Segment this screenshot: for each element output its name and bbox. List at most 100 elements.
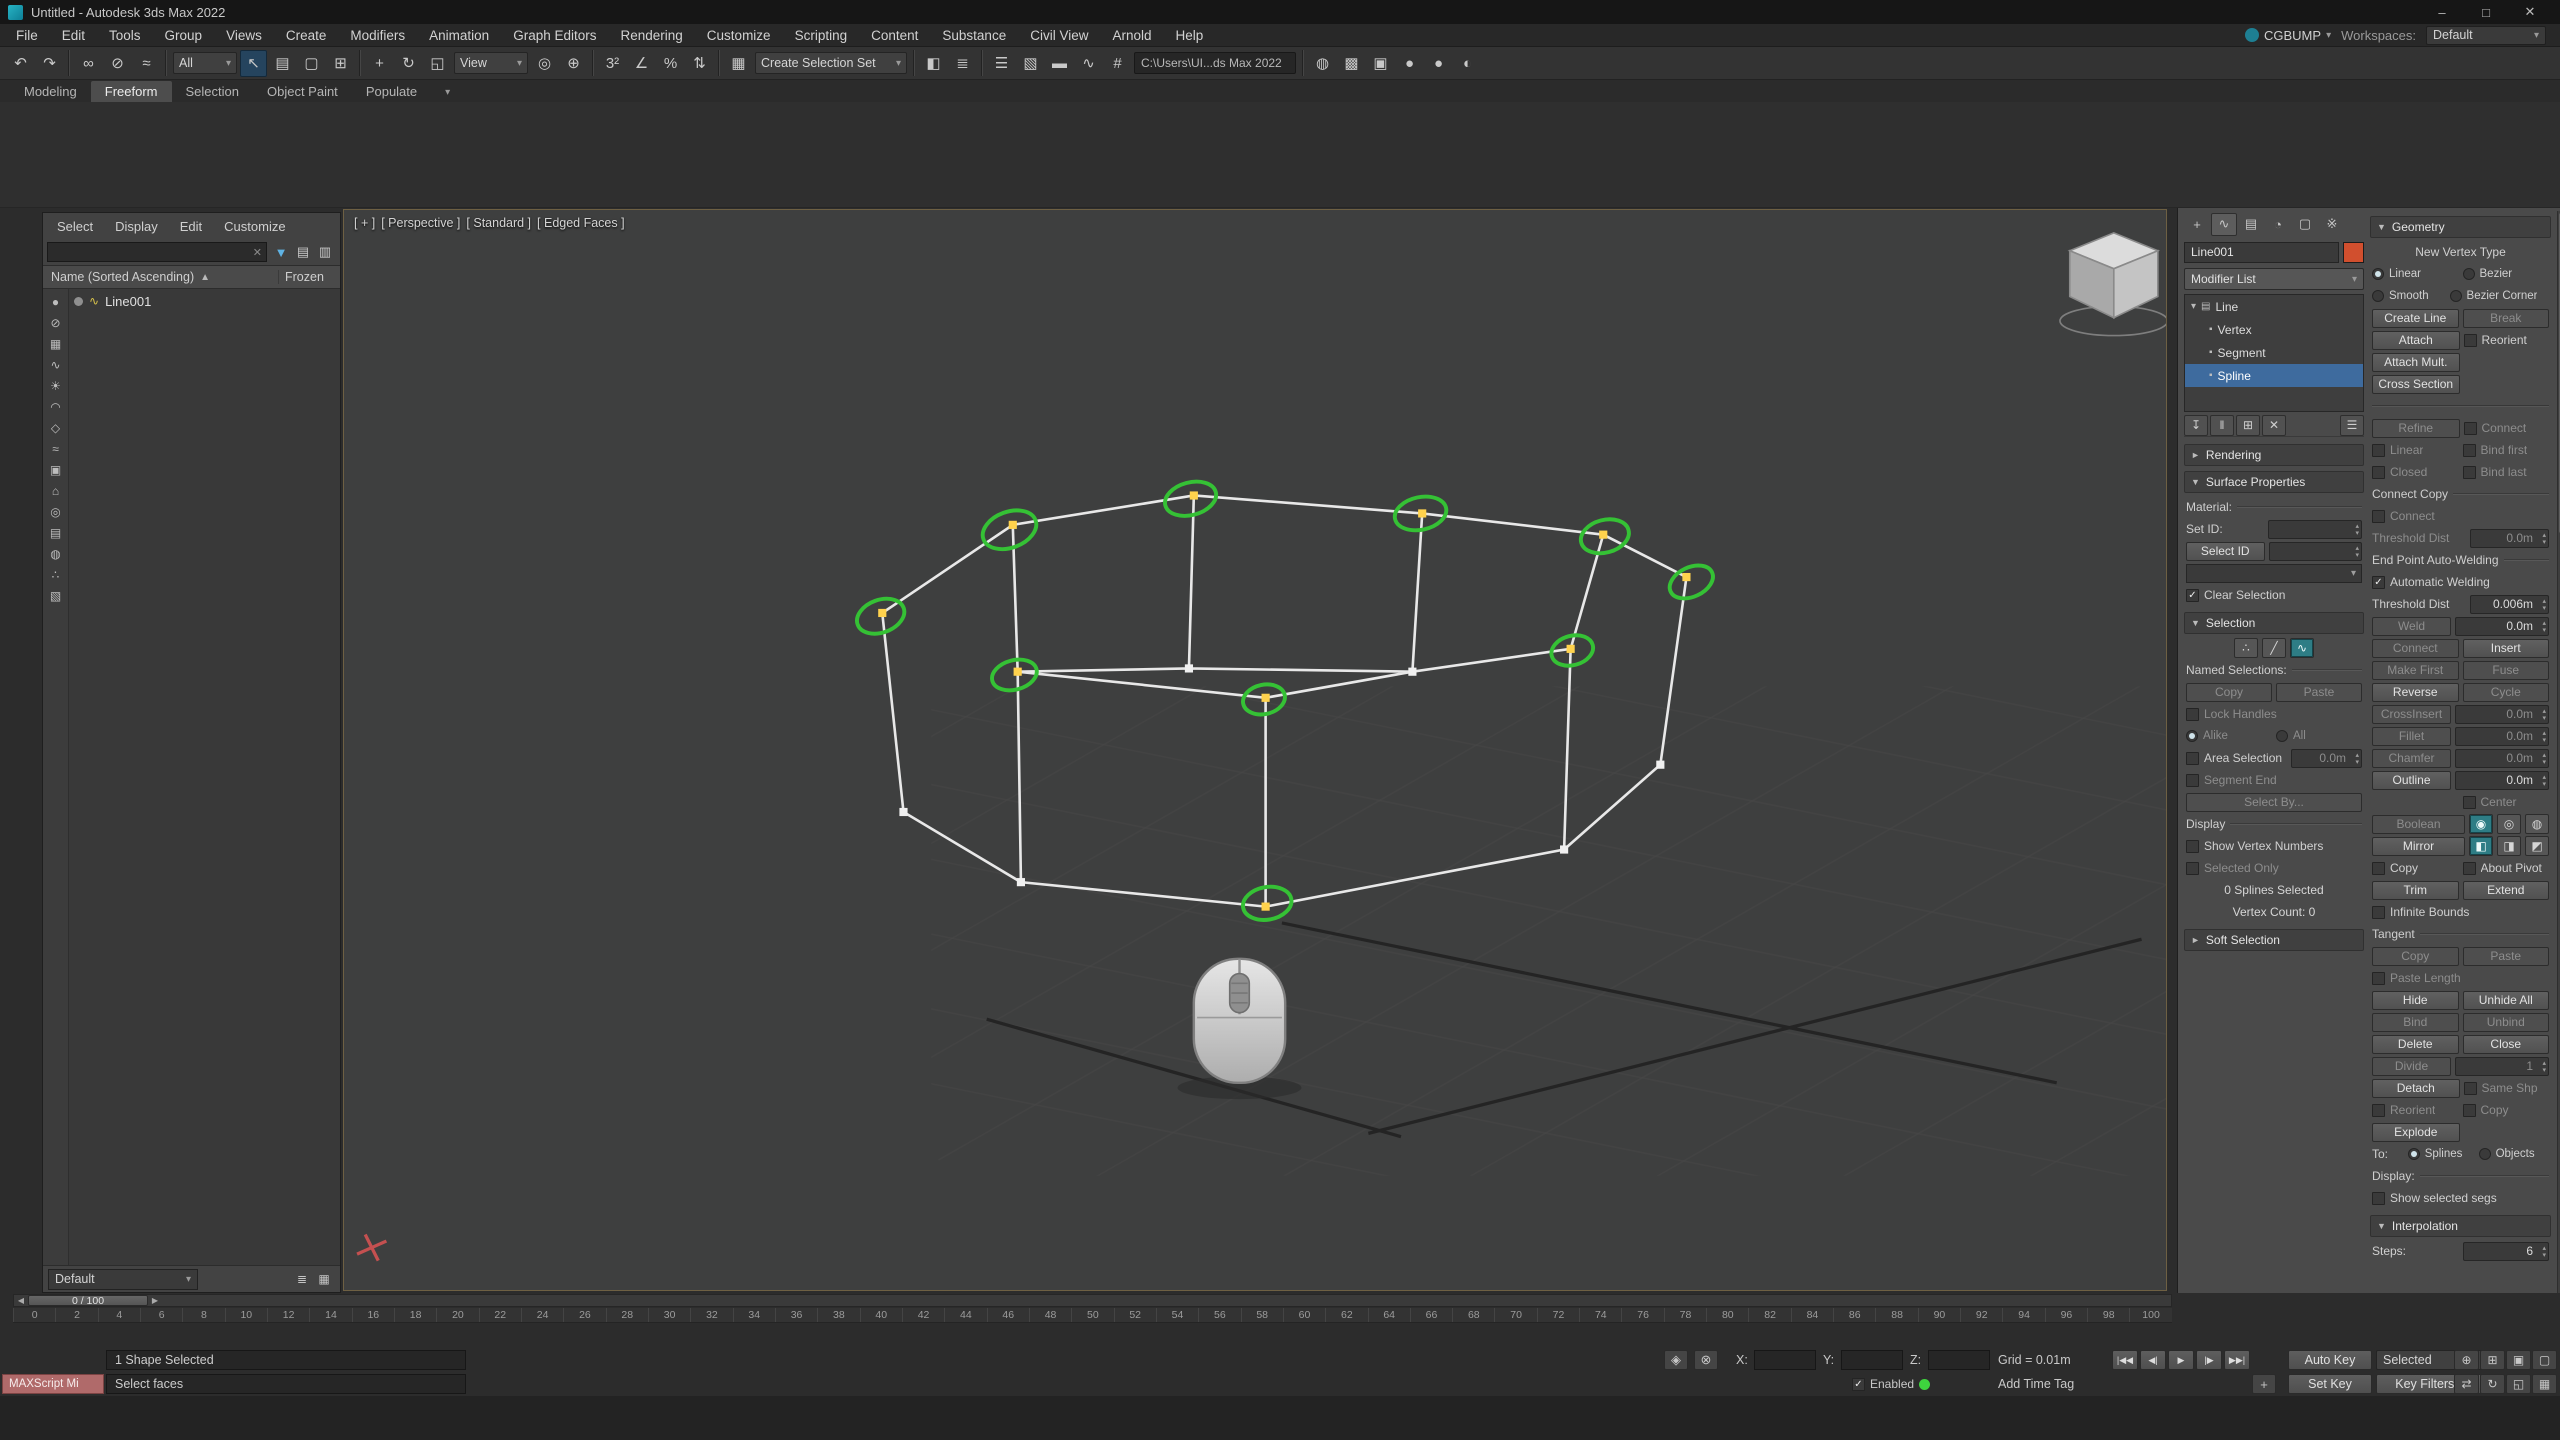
boolean-intersect-icon[interactable]: ◍: [2525, 814, 2549, 834]
pin-explorer-icon[interactable]: ▦: [313, 1269, 335, 1290]
extend-button[interactable]: Extend: [2463, 881, 2550, 900]
go-to-start-button[interactable]: |◀◀: [2112, 1350, 2138, 1370]
spline-vertex[interactable]: [1009, 521, 1017, 529]
select-all-icon[interactable]: ▤: [292, 241, 314, 263]
spline-vertex[interactable]: [1190, 491, 1198, 499]
trim-button[interactable]: Trim: [2372, 881, 2459, 900]
show-selected-segs-checkbox[interactable]: Show selected segs: [2372, 1191, 2549, 1205]
boolean-subtract-icon[interactable]: ◎: [2497, 814, 2521, 834]
unlink-selection-icon[interactable]: ⊘: [104, 50, 131, 77]
minimize-button[interactable]: –: [2420, 0, 2464, 24]
column-header-name[interactable]: Name (Sorted Ascending) ▲: [43, 270, 278, 284]
ribbon-tab-freeform[interactable]: Freeform: [91, 81, 172, 102]
layer-list-icon[interactable]: ≣: [291, 1269, 313, 1290]
render-iterative-icon[interactable]: ●: [1425, 50, 1452, 77]
menu-substance[interactable]: Substance: [930, 24, 1018, 46]
stack-item-vertex[interactable]: ▪Vertex: [2185, 318, 2363, 341]
auto-key-button[interactable]: Auto Key: [2288, 1350, 2372, 1370]
rollout-soft-selection[interactable]: ►Soft Selection: [2184, 929, 2364, 951]
display-cameras-icon[interactable]: ◠: [45, 396, 67, 417]
remove-modifier-icon[interactable]: ✕: [2262, 415, 2286, 436]
explorer-menu-customize[interactable]: Customize: [214, 219, 295, 234]
reverse-button[interactable]: Reverse: [2372, 683, 2459, 702]
menu-arnold[interactable]: Arnold: [1100, 24, 1163, 46]
ribbon-tab-object-paint[interactable]: Object Paint: [253, 81, 352, 102]
cross-section-button[interactable]: Cross Section: [2372, 375, 2460, 394]
maximize-viewport-icon[interactable]: ◱: [2506, 1374, 2531, 1394]
rollout-selection[interactable]: ▼Selection: [2184, 612, 2364, 634]
zoom-icon[interactable]: ⊕: [2454, 1350, 2479, 1370]
render-production-icon[interactable]: ●: [1396, 50, 1423, 77]
redo-icon[interactable]: ↷: [36, 50, 63, 77]
toggle-layer-explorer-icon[interactable]: ▧: [1017, 50, 1044, 77]
spline-vertex[interactable]: [1014, 668, 1022, 676]
zoom-region-icon[interactable]: ▢: [2532, 1350, 2557, 1370]
display-tab[interactable]: ▢: [2292, 213, 2318, 236]
filter-funnel-icon[interactable]: ▼: [270, 241, 292, 263]
ribbon-tab-selection[interactable]: Selection: [172, 81, 253, 102]
object-name-field[interactable]: Line001: [2184, 242, 2339, 263]
display-xrefs-icon[interactable]: ⌂: [45, 480, 67, 501]
spline-vertex[interactable]: [1656, 761, 1664, 769]
explorer-menu-display[interactable]: Display: [105, 219, 168, 234]
hide-button[interactable]: Hide: [2372, 991, 2459, 1010]
ribbon-tab-modeling[interactable]: Modeling: [10, 81, 91, 102]
menu-edit[interactable]: Edit: [50, 24, 97, 46]
spinner-arrows-icon[interactable]: ▴▾: [2542, 752, 2546, 766]
x-coordinate-field[interactable]: [1754, 1350, 1816, 1370]
about-pivot-checkbox[interactable]: About Pivot: [2463, 861, 2550, 875]
y-coordinate-field[interactable]: [1841, 1350, 1903, 1370]
next-frame-arrow[interactable]: ▶: [148, 1296, 162, 1305]
pin-stack-icon[interactable]: ↧: [2184, 415, 2208, 436]
undo-icon[interactable]: ↶: [7, 50, 34, 77]
select-and-rotate-icon[interactable]: ↻: [395, 50, 422, 77]
time-slider[interactable]: ◀ 0 / 100 ▶: [13, 1294, 2172, 1307]
spinner-arrows-icon[interactable]: ▴▾: [2542, 730, 2546, 744]
stack-item-line[interactable]: ▾▤Line: [2185, 295, 2363, 318]
material-editor-icon[interactable]: ◍: [1309, 50, 1336, 77]
create-tab[interactable]: +: [2184, 213, 2210, 236]
mirror-vertical-icon[interactable]: ◨: [2497, 836, 2521, 856]
zoom-extents-icon[interactable]: ▣: [2506, 1350, 2531, 1370]
explode-button[interactable]: Explode: [2372, 1123, 2460, 1142]
viewport-canvas[interactable]: [344, 210, 2166, 1290]
isolate-selection-icon[interactable]: ◈: [1664, 1350, 1688, 1370]
splines-radio[interactable]: Splines: [2408, 1148, 2475, 1160]
menu-help[interactable]: Help: [1164, 24, 1216, 46]
zoom-all-icon[interactable]: ⊞: [2480, 1350, 2505, 1370]
toggle-ribbon-icon[interactable]: ▬: [1046, 50, 1073, 77]
spinner-arrows-icon[interactable]: ▴▾: [2542, 598, 2546, 612]
create-key-icon[interactable]: +: [2252, 1374, 2276, 1394]
z-coordinate-field[interactable]: [1928, 1350, 1990, 1370]
configure-modifier-sets-icon[interactable]: ☰: [2340, 415, 2364, 436]
selection-lock-icon[interactable]: ⊗: [1694, 1350, 1718, 1370]
boolean-union-icon[interactable]: ◉: [2469, 814, 2493, 834]
time-slider-handle[interactable]: 0 / 100: [28, 1295, 148, 1306]
set-key-button[interactable]: Set Key: [2288, 1374, 2372, 1394]
spinner-snap-icon[interactable]: ⇅: [686, 50, 713, 77]
workspaces-dropdown[interactable]: Default ▾: [2426, 26, 2546, 45]
viewport-style-menu[interactable]: [ Standard ]: [466, 216, 531, 230]
maximize-button[interactable]: □: [2464, 0, 2508, 24]
bind-to-space-warp-icon[interactable]: ≈: [133, 50, 160, 77]
spinner-arrows-icon[interactable]: ▴▾: [2542, 708, 2546, 722]
spline-vertex[interactable]: [1682, 573, 1690, 581]
make-unique-icon[interactable]: ⊞: [2236, 415, 2260, 436]
display-none-icon[interactable]: ⊘: [45, 312, 67, 333]
ribbon-options-icon[interactable]: ▾: [439, 83, 456, 102]
menu-animation[interactable]: Animation: [417, 24, 501, 46]
activeshade-icon[interactable]: ◐: [1454, 50, 1481, 77]
orbit-icon[interactable]: ↻: [2480, 1374, 2505, 1394]
display-groups-icon[interactable]: ▣: [45, 459, 67, 480]
render-setup-icon[interactable]: ▩: [1338, 50, 1365, 77]
menu-graph-editors[interactable]: Graph Editors: [501, 24, 608, 46]
project-folder-field[interactable]: C:\Users\UI...ds Max 2022: [1134, 52, 1296, 74]
spline-vertex[interactable]: [1185, 664, 1193, 672]
select-and-move-icon[interactable]: +: [366, 50, 393, 77]
ribbon-tab-populate[interactable]: Populate: [352, 81, 431, 102]
spline-vertex[interactable]: [899, 808, 907, 816]
stack-item-segment[interactable]: ▪Segment: [2185, 341, 2363, 364]
6-spinner[interactable]: 6▴▾: [2463, 1242, 2549, 1261]
area-selection-checkbox[interactable]: Area Selection: [2186, 751, 2287, 765]
account-menu[interactable]: CGBUMP ▾: [2245, 28, 2331, 43]
